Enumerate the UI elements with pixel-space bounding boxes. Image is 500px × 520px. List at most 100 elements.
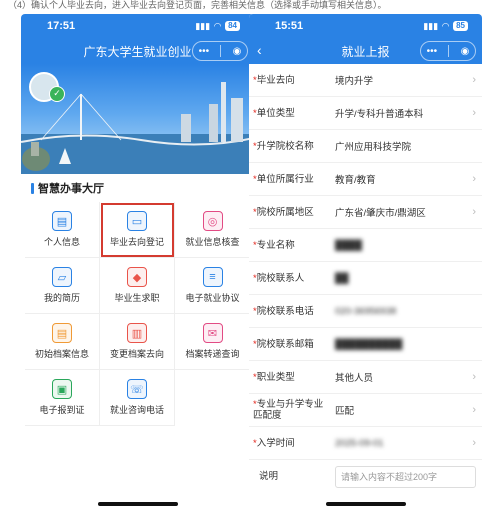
form-row[interactable]: *院校联系电话 020-36956938	[249, 295, 482, 328]
form-label: *院校联系电话	[253, 305, 314, 317]
form-row[interactable]: *入学时间 2025-09-01 ›	[249, 427, 482, 460]
form-row[interactable]: *院校联系邮箱 ██████████	[249, 328, 482, 361]
form-value[interactable]: 教育/教育	[331, 172, 466, 186]
more-icon[interactable]: •••	[427, 46, 438, 57]
service-tile-label: 电子就业协议	[185, 293, 240, 303]
form-label: *升学院校名称	[253, 140, 314, 152]
section-title: 智慧办事大厅	[21, 174, 254, 202]
signal-icon: ▮▮▮	[423, 20, 439, 31]
service-tile[interactable]: ☏ 就业咨询电话	[100, 370, 175, 426]
service-tile-label: 就业咨询电话	[109, 405, 164, 415]
page-title: 就业上报	[341, 44, 390, 59]
banner-image: ✓	[21, 64, 254, 174]
chevron-right-icon: ›	[472, 206, 476, 218]
form-row[interactable]: *升学院校名称 广州应用科技学院	[249, 130, 482, 163]
chevron-right-icon: ›	[472, 404, 476, 416]
header: 15:51 ▮▮▮ ◠ 85 ‹ 就业上报 ••• ◉	[249, 14, 482, 64]
form-label: *毕业去向	[253, 74, 295, 86]
wifi-icon: ◠	[214, 20, 222, 31]
form-row[interactable]: *专业与升学专业匹配度 匹配 ›	[249, 394, 482, 427]
mini-program-capsule[interactable]: ••• ◉	[192, 41, 248, 61]
form-value[interactable]: 境内升学	[331, 73, 466, 87]
form-label: *单位所属行业	[253, 173, 314, 185]
clock: 15:51	[275, 20, 304, 32]
battery-icon: 85	[453, 21, 468, 31]
chevron-right-icon: ›	[472, 173, 476, 185]
chevron-right-icon: ›	[472, 437, 476, 449]
form-value[interactable]: 广州应用科技学院	[331, 139, 466, 153]
clock: 17:51	[47, 20, 76, 32]
form-row[interactable]: *单位所属行业 教育/教育 ›	[249, 163, 482, 196]
service-tile-label: 初始档案信息	[34, 349, 89, 359]
folder-icon: ▱	[52, 267, 72, 287]
service-tile-label: 毕业生求职	[114, 293, 160, 303]
note-input[interactable]: 请输入内容不超过200字	[335, 465, 476, 488]
form-label: *院校联系邮箱	[253, 338, 314, 350]
archive-icon: ▤	[52, 323, 72, 343]
form-label: *院校所属地区	[253, 206, 314, 218]
nav-bar: ‹ 就业上报 ••• ◉	[249, 38, 482, 64]
mini-program-capsule[interactable]: ••• ◉	[420, 41, 476, 61]
certificate-icon: ▣	[52, 379, 72, 399]
phone-employment-report: 15:51 ▮▮▮ ◠ 85 ‹ 就业上报 ••• ◉ *毕业去向 境内升学 › *单…	[249, 14, 482, 514]
form-label: *专业与升学专业匹配度	[253, 399, 324, 421]
close-target-icon[interactable]: ◉	[461, 46, 470, 57]
form-value[interactable]: ████	[331, 240, 466, 251]
page-title: 广东大学生就业创业	[83, 44, 192, 59]
close-target-icon[interactable]: ◉	[233, 46, 242, 57]
more-icon[interactable]: •••	[199, 46, 210, 57]
form-label: *院校联系人	[253, 272, 305, 284]
form-row-note: 说明 请输入内容不超过200字	[249, 460, 482, 493]
battery-icon: 84	[225, 21, 240, 31]
service-tile[interactable]: ✉ 档案转递查询	[175, 314, 250, 370]
contract-icon: ≡	[202, 267, 223, 287]
form-row[interactable]: *院校所属地区 广东省/肇庆市/鼎湖区 ›	[249, 196, 482, 229]
form-label: *专业名称	[253, 239, 295, 251]
phone-icon: ☏	[127, 379, 147, 399]
form-row[interactable]: *院校联系人 ██	[249, 262, 482, 295]
service-tile[interactable]: ▭ 毕业去向登记	[100, 202, 175, 258]
service-tile[interactable]: ◆ 毕业生求职	[100, 258, 175, 314]
service-tile[interactable]: ◎ 就业信息核查	[175, 202, 250, 258]
change-file-icon: ▥	[127, 323, 147, 343]
back-arrow-icon[interactable]: ‹	[257, 42, 262, 58]
service-tile[interactable]: ▥ 变更档案去向	[100, 314, 175, 370]
form-value[interactable]: 广东省/肇庆市/鼎湖区	[331, 205, 466, 219]
form-value[interactable]: ██	[331, 273, 466, 284]
form-label: *入学时间	[253, 437, 295, 449]
header: 17:51 ▮▮▮ ◠ 84 广东大学生就业创业 ••• ◉	[21, 14, 254, 64]
form-value[interactable]: 匹配	[331, 403, 466, 417]
form-row[interactable]: *专业名称 ████	[249, 229, 482, 262]
home-indicator	[325, 502, 406, 506]
envelope-icon: ✉	[202, 323, 223, 343]
report-form: *毕业去向 境内升学 › *单位类型 升学/专科升普通本科 › *升学院校名称 广州应用科技学…	[249, 64, 482, 460]
service-tile-label: 我的简历	[43, 293, 80, 303]
form-value[interactable]: ██████████	[331, 339, 466, 350]
graduation-cap-icon: ◆	[127, 267, 147, 287]
service-tile[interactable]: ▱ 我的简历	[25, 258, 100, 314]
form-value[interactable]: 其他人员	[331, 370, 466, 384]
briefcase-icon: ▭	[127, 211, 147, 231]
form-label: 说明	[259, 471, 279, 482]
signal-icon: ▮▮▮	[195, 20, 211, 31]
service-tile[interactable]: ≡ 电子就业协议	[175, 258, 250, 314]
form-value[interactable]: 020-36956938	[331, 306, 466, 317]
form-value[interactable]: 2025-09-01	[331, 438, 466, 449]
service-tile[interactable]: ▣ 电子报到证	[25, 370, 100, 426]
home-indicator	[97, 502, 178, 506]
form-row[interactable]: *职业类型 其他人员 ›	[249, 361, 482, 394]
form-row[interactable]: *毕业去向 境内升学 ›	[249, 64, 482, 97]
chevron-right-icon: ›	[472, 107, 476, 119]
service-tile-label: 就业信息核查	[185, 237, 240, 247]
doc-icon: ▤	[52, 211, 72, 231]
service-tile-label: 个人信息	[43, 237, 80, 247]
service-tile[interactable]: ▤ 初始档案信息	[25, 314, 100, 370]
service-tile-label: 档案转递查询	[185, 349, 240, 359]
phone-home-screen: 17:51 ▮▮▮ ◠ 84 广东大学生就业创业 ••• ◉ ✓ 智慧办事大厅 …	[21, 14, 254, 514]
status-bar: 17:51 ▮▮▮ ◠ 84	[21, 14, 254, 38]
verified-badge-icon: ✓	[49, 86, 65, 102]
form-row[interactable]: *单位类型 升学/专科升普通本科 ›	[249, 97, 482, 130]
shield-icon: ◎	[202, 211, 223, 231]
service-tile[interactable]: ▤ 个人信息	[25, 202, 100, 258]
form-value[interactable]: 升学/专科升普通本科	[331, 106, 466, 120]
